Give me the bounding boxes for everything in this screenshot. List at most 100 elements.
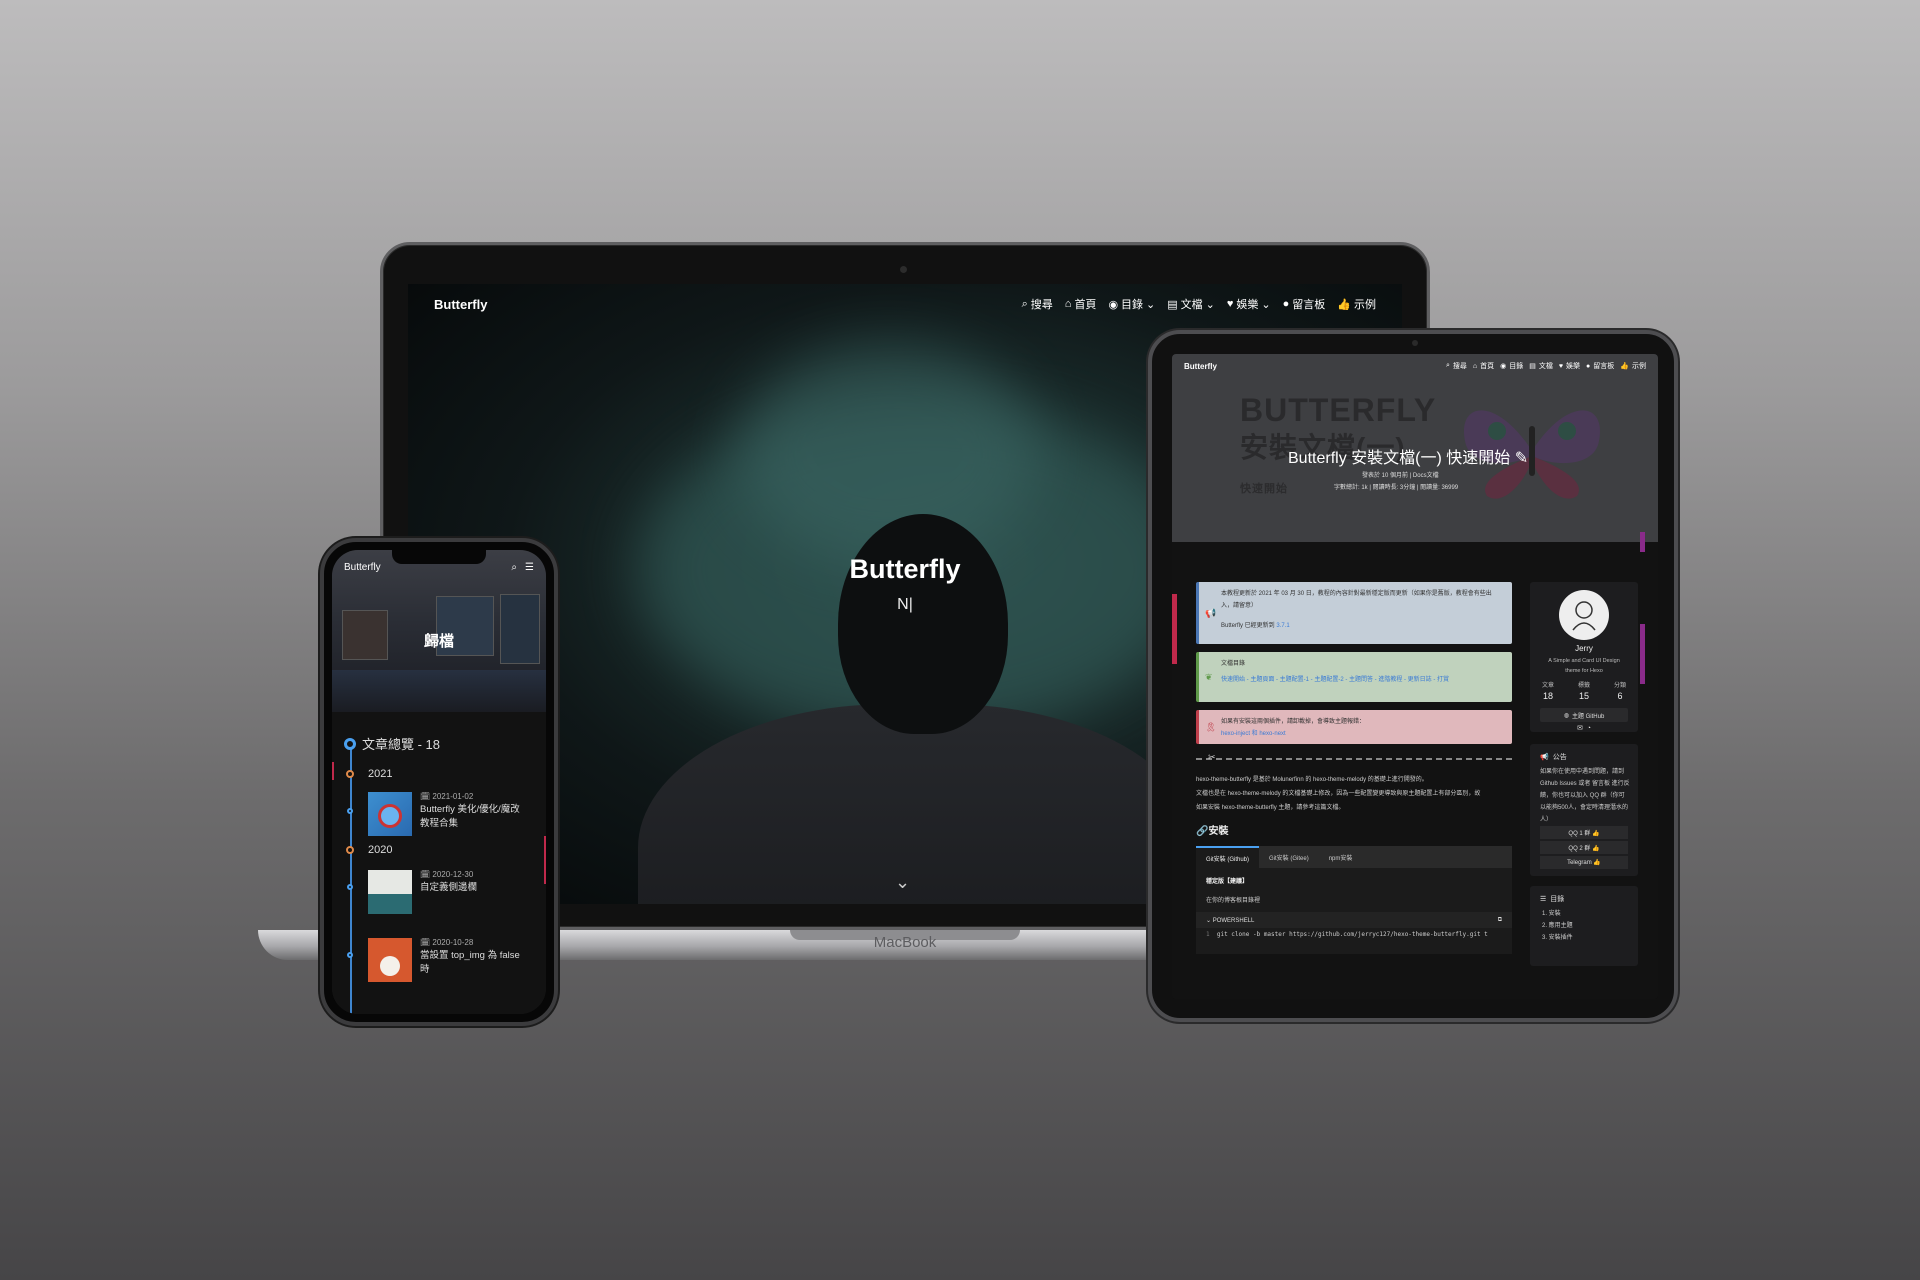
divider: [1196, 758, 1512, 760]
site-brand[interactable]: Butterfly: [344, 562, 381, 573]
site-brand[interactable]: Butterfly: [434, 297, 487, 312]
telegram-button[interactable]: Telegram 👍: [1540, 856, 1628, 869]
menu-label: 示例: [1354, 299, 1376, 311]
author-name: Jerry: [1575, 644, 1593, 653]
toc-item[interactable]: 1. 安裝: [1542, 908, 1561, 917]
menu-item-guestbook[interactable]: ● 留言板: [1283, 296, 1326, 312]
menu-item-docs[interactable]: ▤ 文檔: [1529, 361, 1553, 371]
timeline-post-dot: [347, 808, 353, 814]
tab-git-github[interactable]: Git安裝 (Github): [1196, 846, 1260, 868]
scroll-down-icon[interactable]: ⌄: [895, 872, 910, 893]
post-title[interactable]: Butterfly 美化/優化/魔改教程合集: [420, 803, 528, 831]
menu-label: 娛樂: [1566, 363, 1581, 370]
phone-nav-actions: ⌕ ☰: [511, 562, 534, 573]
code-lang-text: POWERSHELL: [1212, 917, 1255, 924]
archive-header: 文章總覽 - 18: [344, 734, 440, 753]
accent-bar: [1640, 624, 1645, 684]
card-heading-text: 公告: [1552, 754, 1567, 761]
stat-tags[interactable]: 標籤 15: [1566, 680, 1602, 701]
tab-git-gitee[interactable]: Git安裝 (Gitee): [1259, 846, 1319, 868]
post-thumbnail[interactable]: [368, 938, 412, 982]
timeline-post-dot: [347, 952, 353, 958]
plugin-links[interactable]: hexo-inject 和 hexo-next: [1221, 728, 1502, 740]
paragraph: 如果安裝 hexo-theme-butterfly 主題，請參考這篇文檔。: [1196, 805, 1345, 811]
list-icon: ☰: [1540, 896, 1547, 903]
menu-item-search[interactable]: ⌕ 搜尋: [1446, 361, 1467, 371]
tablet-camera: [1412, 340, 1418, 346]
stat-value: 15: [1578, 691, 1589, 701]
page-title: 歸檔: [423, 633, 454, 650]
card-heading-text: 目錄: [1550, 896, 1565, 903]
stat-label: 分類: [1613, 683, 1626, 689]
menu-item-search[interactable]: ⌕ 搜尋: [1022, 296, 1053, 312]
archive-post[interactable]: 🗓 2020-10-28 當設置 top_img 為 false 時: [368, 938, 528, 982]
archive-count: 文章總覽 - 18: [362, 737, 441, 752]
archive-post[interactable]: 🗓 2020-12-30 自定義側邊欄: [368, 870, 528, 914]
archive-post[interactable]: 🗓 2021-01-02 Butterfly 美化/優化/魔改教程合集: [368, 792, 528, 836]
pencil-icon[interactable]: ✎: [1515, 450, 1528, 467]
paragraph: 文檔也是在 hexo-theme-melody 的文檔基礎上修改，因為一些配置變…: [1196, 791, 1481, 797]
menu-item-demo[interactable]: 👍 示例: [1620, 361, 1646, 371]
home-icon: ⌂: [1472, 362, 1478, 370]
menu-item-catalog[interactable]: ◉ 目錄 ⌄: [1108, 296, 1155, 312]
post-title[interactable]: 當設置 top_img 為 false 時: [420, 949, 528, 977]
stat-articles[interactable]: 文章 18: [1530, 680, 1566, 701]
site-stats: 文章 18 標籤 15 分類 6: [1530, 680, 1638, 704]
avatar[interactable]: [1559, 590, 1609, 640]
stat-categories[interactable]: 分類 6: [1602, 680, 1638, 701]
phone-notch: [392, 550, 486, 564]
mail-icon[interactable]: ✉: [1577, 725, 1583, 732]
tab-npm[interactable]: npm安裝: [1319, 846, 1363, 868]
menu-item-home[interactable]: ⌂ 首頁: [1065, 296, 1097, 312]
tab-panel: 穩定版【建議】 在你的博客根目錄裡 ⌄ POWERSHELL ⧉ 1 git c…: [1196, 868, 1512, 954]
install-tabs: Git安裝 (Github) Git安裝 (Gitee) npm安裝: [1196, 846, 1512, 868]
avatar-illustration: [1572, 601, 1596, 631]
site-brand[interactable]: Butterfly: [1184, 362, 1217, 371]
timeline-year-dot: [346, 770, 354, 778]
accent-bar: [1172, 594, 1177, 664]
toc-item[interactable]: 3. 安裝插件: [1542, 932, 1573, 941]
header-bg-title: BUTTERFLY: [1240, 392, 1437, 428]
disc-image: [380, 956, 400, 976]
menu-item-guestbook[interactable]: ● 留言板: [1586, 361, 1614, 371]
code-block[interactable]: 1 git clone -b master https://github.com…: [1196, 928, 1512, 941]
menu-icon[interactable]: ☰: [525, 562, 534, 573]
doc-links[interactable]: 快速開始 - 主題頁面 - 主題配置-1 - 主題配置-2 - 主題問答 - 進…: [1221, 674, 1502, 686]
menu-label: 首頁: [1074, 299, 1097, 311]
post-thumbnail[interactable]: [368, 870, 412, 914]
tablet-navbar: Butterfly ⌕ 搜尋 ⌂ 首頁 ◉ 目錄 ▤ 文檔 ♥ 娛樂 ● 留言板 👍 示例: [1172, 354, 1658, 378]
post-title[interactable]: 自定義側邊欄: [420, 881, 528, 895]
hero-person-head: [838, 514, 1008, 734]
author-card: Jerry A Simple and Card UI Design theme …: [1530, 582, 1638, 732]
stable-desc: 在你的博客根目錄裡: [1206, 898, 1261, 904]
qq-group-1-button[interactable]: QQ 1 群 👍: [1540, 826, 1628, 839]
tablet-screen: BUTTERFLY 安裝文檔(一) 快速開始 Butterfly ⌕ 搜尋 ⌂ 首頁…: [1172, 354, 1658, 999]
github-button[interactable]: ◍ 主題 GitHub: [1540, 708, 1628, 722]
archive-year: 2020: [368, 844, 393, 856]
post-thumbnail[interactable]: [368, 792, 412, 836]
menu-item-catalog[interactable]: ◉ 目錄: [1500, 361, 1523, 371]
heading-text: 安裝: [1208, 826, 1229, 837]
version-link[interactable]: 3.7.1: [1276, 623, 1289, 629]
menu-item-fun[interactable]: ♥ 娛樂: [1559, 361, 1580, 371]
github-icon: ◍: [1563, 712, 1569, 719]
rss-icon[interactable]: ◔: [1587, 725, 1591, 732]
toc-item[interactable]: 2. 應用主題: [1542, 920, 1573, 929]
copy-icon[interactable]: ⧉: [1498, 917, 1502, 924]
post-date: 🗓 2020-10-28: [420, 938, 474, 947]
archive-list: 文章總覽 - 18 2021 🗓 2021-01-02 Butterfly 美化…: [332, 712, 546, 1014]
search-icon: ⌕: [1021, 297, 1028, 310]
comment-icon: ●: [1586, 362, 1591, 370]
social-icons: ✉ ◔: [1530, 724, 1638, 732]
qq-group-2-button[interactable]: QQ 2 群 👍: [1540, 841, 1628, 854]
link-icon: 🔗: [1196, 826, 1209, 837]
stitch-image: [378, 804, 402, 828]
search-icon[interactable]: ⌕: [511, 562, 517, 573]
menu-item-docs[interactable]: ▤ 文檔 ⌄: [1167, 296, 1215, 312]
menu-item-demo[interactable]: 👍 示例: [1337, 296, 1376, 312]
post-title-text: Butterfly 安裝文檔(一) 快速開始: [1288, 450, 1511, 467]
menu-item-fun[interactable]: ♥ 娛樂 ⌄: [1227, 296, 1271, 312]
card-heading: ☰ 目錄: [1540, 894, 1564, 904]
menu-item-home[interactable]: ⌂ 首頁: [1473, 361, 1494, 371]
tablet-menu: ⌕ 搜尋 ⌂ 首頁 ◉ 目錄 ▤ 文檔 ♥ 娛樂 ● 留言板 👍 示例: [1446, 361, 1646, 371]
